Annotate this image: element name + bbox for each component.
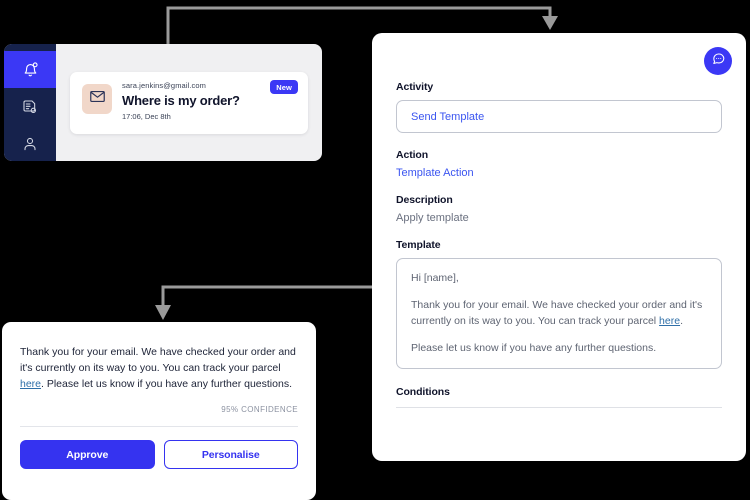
action-label: Action: [396, 149, 429, 161]
email-timestamp: 17:06, Dec 8th: [122, 112, 171, 121]
reply-text-tail: . Please let us know if you have any fur…: [41, 378, 292, 390]
app-sidebar: [4, 44, 56, 161]
description-value: Apply template: [396, 212, 469, 224]
template-here-link[interactable]: here: [659, 315, 680, 327]
conditions-divider: [396, 407, 722, 408]
activity-label: Activity: [396, 81, 434, 93]
reply-divider: [20, 426, 298, 427]
template-closing: Please let us know if you have any furth…: [411, 342, 657, 354]
activity-detail-panel: Activity Send Template Action Template A…: [372, 33, 746, 461]
activity-select[interactable]: Send Template: [396, 100, 722, 133]
sidebar-item-documents[interactable]: [4, 88, 56, 125]
template-label: Template: [396, 239, 441, 251]
reply-here-link[interactable]: here: [20, 378, 41, 390]
detail-fields: Activity Send Template Action Template A…: [372, 33, 746, 408]
conditions-label: Conditions: [396, 386, 450, 398]
reply-text-lead: Thank you for your email. We have checke…: [20, 346, 296, 374]
envelope-icon: [89, 88, 106, 110]
status-badge: New: [270, 80, 298, 94]
activity-select-value: Send Template: [411, 110, 485, 123]
document-settings-icon: [22, 99, 38, 115]
avatar: [82, 84, 112, 114]
sidebar-item-profile[interactable]: [4, 125, 56, 161]
confidence-label: 95% CONFIDENCE: [221, 405, 298, 414]
template-body-tail: .: [680, 315, 683, 327]
suggested-reply-card: Thank you for your email. We have checke…: [2, 322, 316, 500]
user-profile-icon: [22, 136, 38, 152]
connector-detail-to-reply: [155, 285, 372, 320]
reply-inner: Thank you for your email. We have checke…: [2, 322, 316, 469]
inbox-panel: sara.jenkins@gmail.com Where is my order…: [4, 44, 322, 161]
email-subject: Where is my order?: [122, 93, 240, 108]
template-body: Thank you for your email. We have checke…: [411, 297, 707, 329]
chat-button[interactable]: [704, 47, 732, 75]
reply-actions: Approve Personalise: [20, 440, 298, 469]
approve-button[interactable]: Approve: [20, 440, 155, 469]
sidebar-item-notifications[interactable]: [4, 51, 56, 88]
inbox-list: sara.jenkins@gmail.com Where is my order…: [56, 44, 322, 161]
personalise-button[interactable]: Personalise: [163, 440, 298, 469]
bell-notification-icon: [22, 61, 39, 78]
action-link[interactable]: Template Action: [396, 167, 722, 179]
chat-bubble-icon: [711, 51, 726, 71]
template-preview[interactable]: Hi [name], Thank you for your email. We …: [396, 258, 722, 369]
email-list-item[interactable]: sara.jenkins@gmail.com Where is my order…: [70, 72, 308, 134]
template-greeting: Hi [name],: [411, 272, 459, 284]
description-label: Description: [396, 194, 453, 206]
reply-body: Thank you for your email. We have checke…: [20, 344, 298, 392]
